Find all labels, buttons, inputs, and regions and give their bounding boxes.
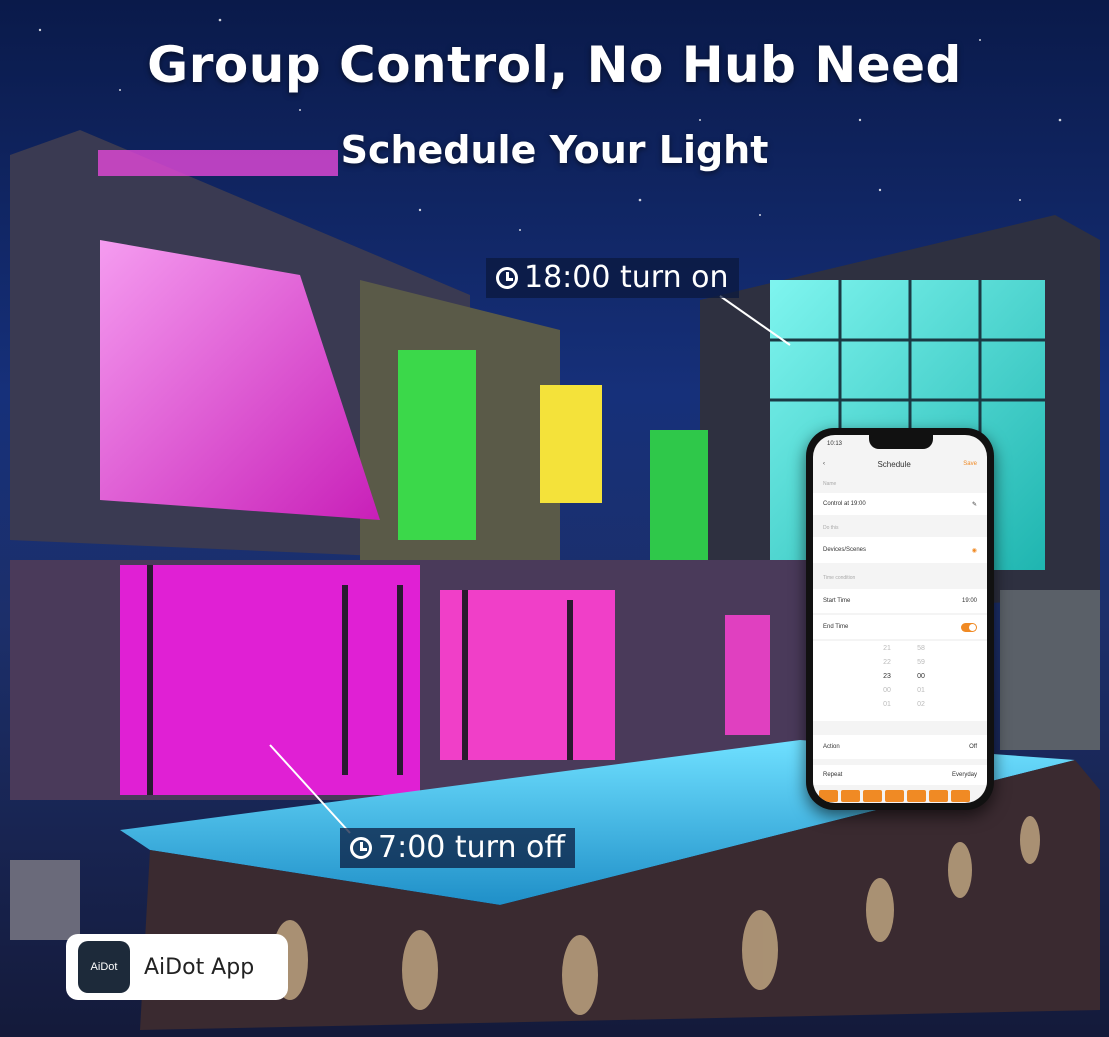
name-value: Control at 19:00 — [823, 501, 866, 507]
weekday-chip[interactable] — [907, 790, 926, 802]
picker-hour-selected: 23 — [883, 673, 891, 680]
picker-minute: 59 — [917, 659, 925, 666]
headline: Group Control, No Hub Need — [147, 36, 962, 94]
subheadline: Schedule Your Light — [340, 128, 769, 172]
status-time: 10:13 — [827, 441, 843, 447]
action-row[interactable]: Action Off — [813, 735, 987, 759]
weekday-chip[interactable] — [841, 790, 860, 802]
name-section-label: Name — [823, 481, 837, 487]
action-value: Off — [969, 744, 977, 750]
weekday-chip[interactable] — [885, 790, 904, 802]
app-badge: AiDot AiDot App — [66, 934, 288, 1000]
time-condition-label: Time condition — [823, 575, 856, 581]
weekday-chip[interactable] — [951, 790, 970, 802]
turn-on-callout: 18:00 turn on — [486, 258, 739, 298]
clock-icon — [350, 837, 372, 859]
schedule-title: Schedule — [877, 459, 911, 469]
time-picker[interactable]: 21 22 23 00 01 58 59 00 01 02 — [813, 641, 987, 721]
weekday-chip[interactable] — [929, 790, 948, 802]
picker-hour: 00 — [883, 687, 891, 694]
picker-minute: 02 — [917, 701, 925, 708]
do-this-section-label: Do this — [823, 525, 839, 531]
back-chevron-icon[interactable]: ‹ — [823, 461, 825, 467]
save-button[interactable]: Save — [963, 461, 977, 467]
product-scene: Group Control, No Hub Need Schedule Your… — [0, 0, 1109, 1037]
edit-pencil-icon[interactable]: ✎ — [972, 501, 977, 508]
weekday-chip[interactable] — [863, 790, 882, 802]
turn-on-text: 18:00 turn on — [524, 260, 729, 295]
action-label: Action — [823, 744, 840, 750]
picker-minute: 01 — [917, 687, 925, 694]
weekday-selector — [819, 790, 970, 802]
devices-row[interactable]: Devices/Scenes ◉ — [813, 537, 987, 563]
picker-hour: 21 — [883, 645, 891, 652]
turn-off-text: 7:00 turn off — [378, 830, 566, 865]
start-time-row[interactable]: Start Time 19:00 — [813, 589, 987, 613]
repeat-label: Repeat — [823, 772, 843, 778]
repeat-row[interactable]: Repeat Everyday — [813, 765, 987, 785]
weekday-chip[interactable] — [819, 790, 838, 802]
end-time-label: End Time — [823, 624, 849, 630]
phone-screen: 10:13 ‹ Schedule Save Name Control at 19… — [813, 435, 987, 803]
start-time-value: 19:00 — [961, 598, 977, 604]
aidot-logo: AiDot — [78, 941, 130, 993]
phone-notch — [869, 435, 933, 449]
phone-mockup: 10:13 ‹ Schedule Save Name Control at 19… — [806, 428, 994, 810]
repeat-value: Everyday — [951, 772, 977, 778]
picker-minute-selected: 00 — [917, 673, 925, 680]
app-name: AiDot App — [144, 954, 255, 980]
end-time-toggle[interactable] — [961, 622, 977, 632]
add-device-icon[interactable]: ◉ — [972, 547, 977, 554]
picker-hour: 22 — [883, 659, 891, 666]
picker-minute: 58 — [917, 645, 925, 652]
picker-hour: 01 — [883, 701, 891, 708]
schedule-header: ‹ Schedule Save — [813, 455, 987, 473]
turn-off-callout: 7:00 turn off — [340, 828, 576, 868]
devices-label: Devices/Scenes — [823, 547, 867, 553]
clock-icon — [496, 267, 518, 289]
start-time-label: Start Time — [823, 598, 851, 604]
name-row[interactable]: Control at 19:00 ✎ — [813, 493, 987, 515]
end-time-row[interactable]: End Time — [813, 615, 987, 639]
